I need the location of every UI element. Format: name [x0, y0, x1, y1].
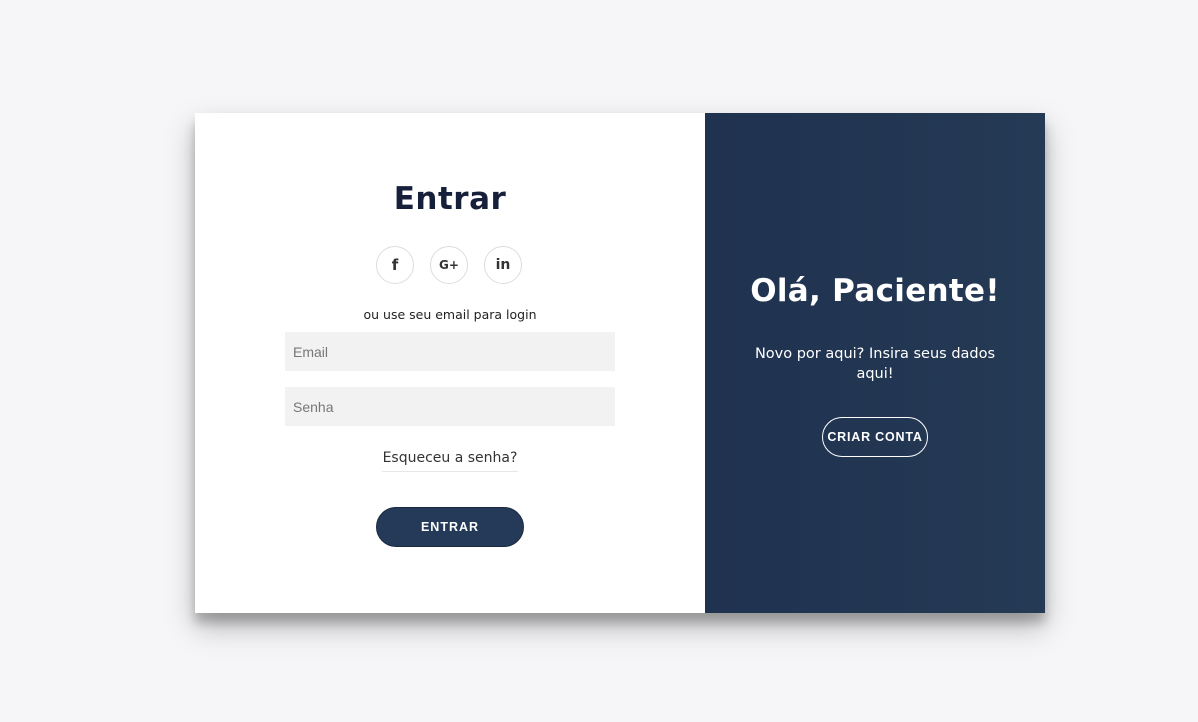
facebook-login-button[interactable]: f — [376, 246, 414, 284]
facebook-icon: f — [391, 256, 399, 274]
forgot-password-link[interactable]: Esqueceu a senha? — [382, 450, 518, 472]
google-plus-icon: G+ — [439, 258, 459, 272]
linkedin-icon: in — [495, 257, 511, 273]
email-field[interactable] — [285, 332, 615, 371]
overlay-text: Novo por aqui? Insira seus dados aqui! — [754, 346, 996, 382]
linkedin-login-button[interactable]: in — [484, 246, 522, 284]
overlay-title: Olá, Paciente! — [750, 273, 1000, 309]
sign-up-overlay-panel: Olá, Paciente! Novo por aqui? Insira seu… — [705, 113, 1045, 613]
auth-card: Entrar f G+ in ou use seu email para log… — [195, 113, 1045, 613]
email-login-hint: ou use seu email para login — [363, 307, 537, 322]
sign-in-panel: Entrar f G+ in ou use seu email para log… — [195, 113, 705, 613]
password-field[interactable] — [285, 387, 615, 426]
social-login-row: f G+ in — [376, 246, 524, 286]
create-account-button[interactable]: CRIAR CONTA — [822, 417, 928, 457]
sign-in-title: Entrar — [393, 181, 507, 217]
google-plus-login-button[interactable]: G+ — [430, 246, 468, 284]
sign-in-button[interactable]: ENTRAR — [376, 507, 524, 547]
